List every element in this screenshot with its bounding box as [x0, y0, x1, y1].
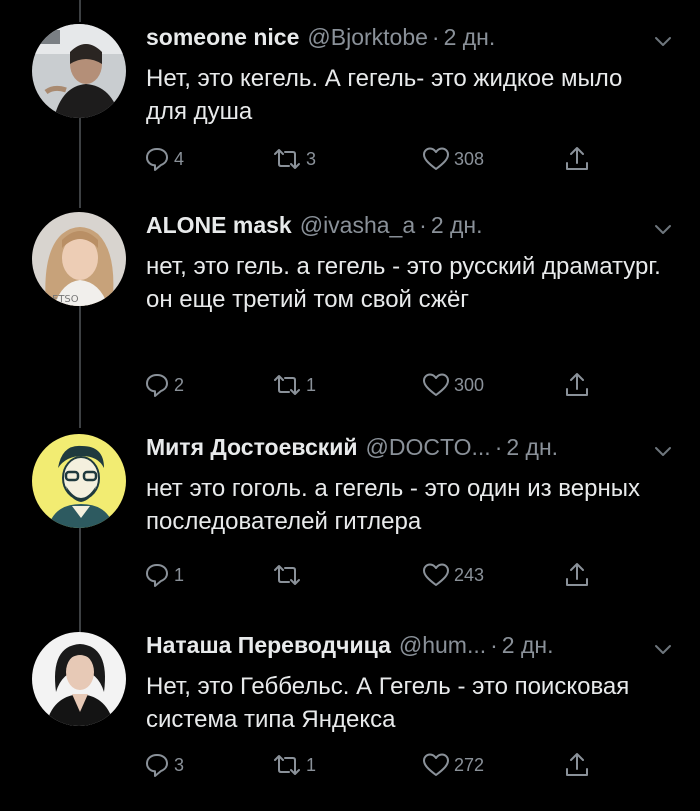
avatar[interactable] — [32, 632, 126, 726]
retweet-button[interactable]: 1 — [272, 748, 316, 782]
timestamp[interactable]: 2 дн. — [431, 212, 483, 239]
avatar[interactable]: ETSO — [32, 212, 126, 306]
display-name[interactable]: Наташа Переводчица — [146, 632, 391, 659]
thread-line — [79, 0, 81, 22]
share-button[interactable] — [564, 368, 594, 402]
heart-icon — [423, 373, 449, 396]
retweet-count: 3 — [306, 148, 317, 169]
action-bar: 2 1 300 — [144, 368, 614, 402]
separator-dot: · — [431, 24, 440, 50]
separator-dot: · — [419, 212, 427, 238]
tweet-header: someone nice @Bjorktobe · 2 дн. — [146, 24, 495, 60]
tweet-header: Наташа Переводчица @hum... · 2 дн. — [146, 632, 554, 668]
like-count: 243 — [454, 564, 485, 585]
separator-dot: · — [490, 632, 498, 658]
timestamp[interactable]: 2 дн. — [506, 434, 558, 461]
user-handle[interactable]: @ivasha_a — [300, 212, 415, 239]
display-name[interactable]: ALONE mask — [146, 212, 292, 239]
svg-text:ETSO: ETSO — [52, 294, 79, 305]
share-button[interactable] — [564, 142, 594, 176]
reply-button[interactable]: 1 — [144, 558, 184, 592]
action-bar: 1 243 — [144, 558, 614, 592]
share-icon — [566, 753, 588, 776]
retweet-count: 1 — [306, 754, 317, 775]
like-count: 300 — [454, 374, 485, 395]
like-count: 308 — [454, 148, 485, 169]
share-icon — [566, 147, 588, 170]
tweet-text: Нет, это кегель. А гегель- это жидкое мы… — [146, 65, 623, 125]
action-bar: 4 3 308 — [144, 142, 614, 176]
chevron-down-icon[interactable] — [652, 440, 674, 462]
timestamp[interactable]: 2 дн. — [444, 24, 496, 51]
share-icon — [566, 563, 588, 586]
display-name[interactable]: someone nice — [146, 24, 299, 51]
share-icon — [566, 373, 588, 396]
display-name[interactable]: Митя Достоевский — [146, 434, 358, 461]
like-button[interactable]: 300 — [422, 368, 484, 402]
like-button[interactable]: 272 — [422, 748, 484, 782]
share-button[interactable] — [564, 558, 594, 592]
action-bar: 3 1 272 — [144, 748, 614, 782]
chevron-down-icon[interactable] — [652, 638, 674, 660]
reply-icon — [146, 374, 168, 397]
tweet-text: нет, это гель. а гегель - это русский др… — [146, 253, 661, 313]
user-handle[interactable]: @Bjorktobe — [307, 24, 428, 51]
like-button[interactable]: 308 — [422, 142, 484, 176]
retweet-icon — [274, 755, 300, 775]
thread-line — [79, 118, 81, 208]
tweet-header: ALONE mask @ivasha_a · 2 дн. — [146, 212, 483, 248]
tweet-text: нет это гоголь. а гегель - это один из в… — [146, 475, 640, 535]
reply-button[interactable]: 3 — [144, 748, 184, 782]
retweet-icon — [274, 375, 300, 395]
thread-line — [79, 528, 81, 632]
retweet-button[interactable]: 1 — [272, 368, 316, 402]
reply-button[interactable]: 4 — [144, 142, 184, 176]
retweet-icon — [274, 149, 300, 169]
avatar[interactable] — [32, 24, 126, 118]
reply-icon — [146, 148, 168, 171]
chevron-down-icon[interactable] — [652, 218, 674, 240]
retweet-button[interactable]: 3 — [272, 142, 316, 176]
thread-line — [79, 306, 81, 428]
share-button[interactable] — [564, 748, 594, 782]
like-count: 272 — [454, 754, 485, 775]
reply-button[interactable]: 2 — [144, 368, 184, 402]
reply-icon — [146, 754, 168, 777]
heart-icon — [423, 753, 449, 776]
user-handle[interactable]: @hum... — [399, 632, 486, 659]
retweet-button[interactable] — [272, 558, 306, 592]
timestamp[interactable]: 2 дн. — [502, 632, 554, 659]
user-handle[interactable]: @DOCTO... — [366, 434, 491, 461]
reply-count: 4 — [174, 148, 185, 169]
heart-icon — [423, 147, 449, 170]
like-button[interactable]: 243 — [422, 558, 484, 592]
retweet-icon — [274, 565, 300, 585]
reply-count: 1 — [174, 564, 185, 585]
heart-icon — [423, 563, 449, 586]
retweet-count: 1 — [306, 374, 317, 395]
reply-count: 3 — [174, 754, 185, 775]
avatar[interactable] — [32, 434, 126, 528]
chevron-down-icon[interactable] — [652, 30, 674, 52]
reply-count: 2 — [174, 374, 185, 395]
tweet-header: Митя Достоевский @DOCTO... · 2 дн. — [146, 434, 558, 470]
reply-icon — [146, 564, 168, 587]
separator-dot: · — [494, 434, 503, 460]
tweet-text: Нет, это Геббельс. А Гегель - это поиско… — [146, 673, 630, 733]
